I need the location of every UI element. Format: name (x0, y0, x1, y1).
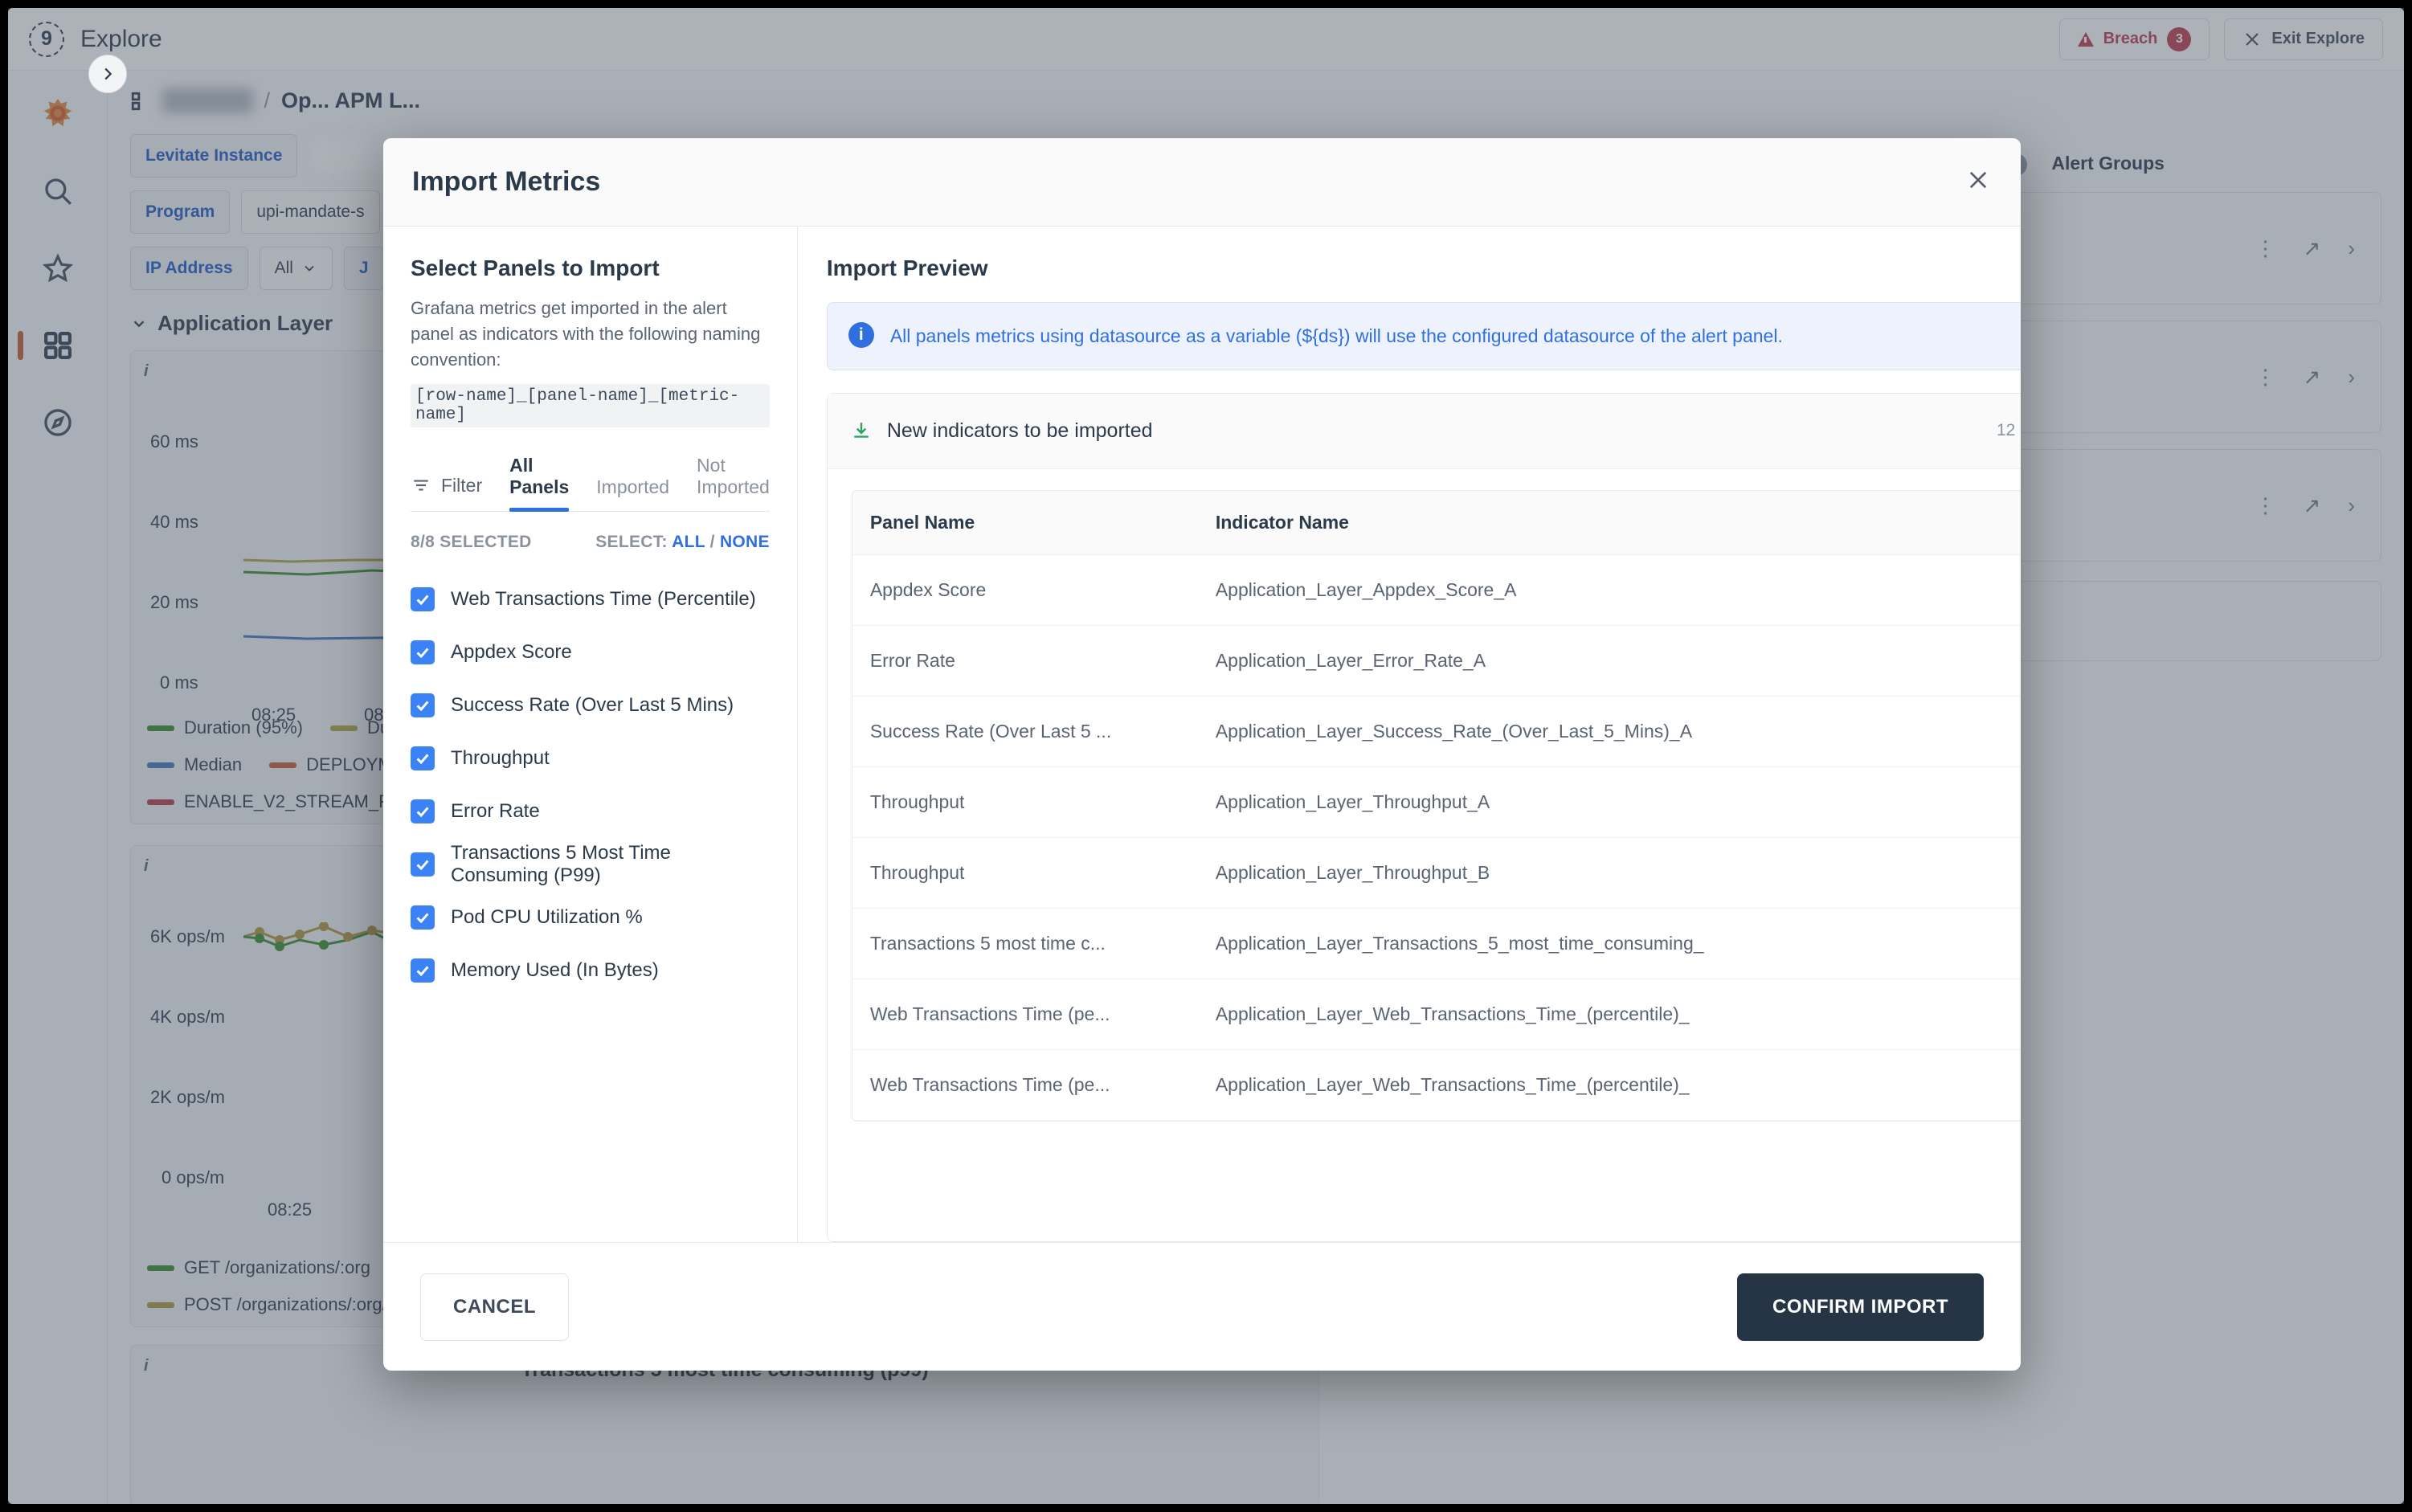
expand-nav-button[interactable] (88, 55, 127, 93)
panel-option-label: Transactions 5 Most Time Consuming (P99) (451, 842, 770, 887)
new-indicators-section: New indicators to be imported 12 Metrics… (827, 393, 2021, 1243)
cancel-button[interactable]: CANCEL (420, 1273, 569, 1341)
select-panels-pane: Select Panels to Import Grafana metrics … (383, 227, 798, 1242)
indicator-table-scroll[interactable]: Panel Name Indicator Name Appdex Score A… (828, 469, 2021, 1242)
metrics-count: 12 Metrics (1997, 421, 2021, 440)
panel-option[interactable]: Error Rate (411, 785, 770, 838)
table-row[interactable]: Web Transactions Time (pe... Application… (852, 979, 2021, 1049)
table-row[interactable]: Throughput Application_Layer_Throughput_… (852, 766, 2021, 837)
confirm-import-button[interactable]: CONFIRM IMPORT (1737, 1273, 1984, 1341)
modal-body: Select Panels to Import Grafana metrics … (383, 227, 2021, 1242)
checkbox[interactable] (411, 852, 435, 877)
selection-summary-row: 8/8 SELECTED SELECT: ALL / NONE (411, 533, 770, 552)
new-indicators-title: New indicators to be imported (887, 419, 1153, 443)
panel-option[interactable]: Web Transactions Time (Percentile) (411, 573, 770, 626)
panel-option-label: Memory Used (In Bytes) (451, 959, 659, 982)
download-icon (850, 419, 873, 442)
cell-indicator-name: Application_Layer_Error_Rate_A (1198, 625, 2021, 696)
new-indicators-header[interactable]: New indicators to be imported 12 Metrics (828, 394, 2021, 469)
panel-option-label: Error Rate (451, 800, 540, 823)
panel-option[interactable]: Memory Used (In Bytes) (411, 944, 770, 997)
table-row[interactable]: Throughput Application_Layer_Throughput_… (852, 837, 2021, 908)
modal-title: Import Metrics (412, 166, 600, 198)
cell-indicator-name: Application_Layer_Throughput_B (1198, 837, 2021, 908)
checkbox[interactable] (411, 587, 435, 611)
panel-option-label: Pod CPU Utilization % (451, 906, 643, 929)
cell-panel-name: Appdex Score (852, 554, 1198, 625)
select-actions: SELECT: ALL / NONE (595, 533, 770, 552)
panel-option[interactable]: Transactions 5 Most Time Consuming (P99) (411, 838, 770, 891)
column-header-indicator-name: Indicator Name (1198, 491, 2021, 555)
checkbox[interactable] (411, 746, 435, 770)
panel-tabs: Filter All Panels Imported Not Imported (411, 455, 770, 512)
checkbox[interactable] (411, 640, 435, 664)
cell-panel-name: Transactions 5 most time c... (852, 908, 1198, 979)
cell-indicator-name: Application_Layer_Throughput_A (1198, 766, 2021, 837)
modal-header: Import Metrics (383, 138, 2021, 227)
select-all-link[interactable]: ALL (672, 533, 705, 551)
checkbox[interactable] (411, 958, 435, 983)
selected-count: 8/8 SELECTED (411, 533, 532, 552)
panel-option[interactable]: Pod CPU Utilization % (411, 891, 770, 944)
cell-panel-name: Throughput (852, 766, 1198, 837)
table-header-row: Panel Name Indicator Name (852, 491, 2021, 555)
cell-panel-name: Success Rate (Over Last 5 ... (852, 696, 1198, 766)
tab-all-panels[interactable]: All Panels (509, 455, 569, 511)
cell-indicator-name: Application_Layer_Appdex_Score_A (1198, 554, 2021, 625)
cell-indicator-name: Application_Layer_Web_Transactions_Time_… (1198, 1049, 2021, 1120)
tab-imported[interactable]: Imported (596, 476, 669, 511)
info-banner-text: All panels metrics using datasource as a… (890, 322, 1783, 350)
new-indicators-title-group: New indicators to be imported (850, 419, 1153, 443)
filter-icon (411, 475, 431, 496)
close-icon[interactable] (1964, 166, 1992, 198)
cell-panel-name: Web Transactions Time (pe... (852, 979, 1198, 1049)
cell-panel-name: Throughput (852, 837, 1198, 908)
filter-label: Filter (441, 475, 482, 497)
table-row[interactable]: Transactions 5 most time c... Applicatio… (852, 908, 2021, 979)
select-prefix: SELECT: (595, 533, 668, 551)
info-banner: i All panels metrics using datasource as… (827, 302, 2021, 370)
panel-checkbox-list: Web Transactions Time (Percentile) Appde… (411, 573, 770, 1013)
filter-button[interactable]: Filter (411, 475, 482, 511)
cell-panel-name: Web Transactions Time (pe... (852, 1049, 1198, 1120)
import-preview-pane: Import Preview i All panels metrics usin… (798, 227, 2021, 1242)
panel-option-label: Throughput (451, 747, 550, 770)
cell-panel-name: Error Rate (852, 625, 1198, 696)
cell-indicator-name: Application_Layer_Web_Transactions_Time_… (1198, 979, 2021, 1049)
table-row[interactable]: Error Rate Application_Layer_Error_Rate_… (852, 625, 2021, 696)
table-row[interactable]: Web Transactions Time (pe... Application… (852, 1049, 2021, 1120)
column-header-panel-name: Panel Name (852, 491, 1198, 555)
select-panels-heading: Select Panels to Import (411, 255, 770, 281)
indicator-table: Panel Name Indicator Name Appdex Score A… (852, 491, 2021, 1121)
panel-option-label: Success Rate (Over Last 5 Mins) (451, 694, 734, 717)
checkbox[interactable] (411, 905, 435, 930)
import-metrics-modal: Import Metrics Select Panels to Import G… (383, 138, 2021, 1371)
checkbox[interactable] (411, 693, 435, 717)
metrics-count-toggle[interactable]: 12 Metrics (1997, 421, 2021, 440)
naming-convention-code: [row-name]_[panel-name]_[metric-name] (411, 384, 770, 427)
table-row[interactable]: Appdex Score Application_Layer_Appdex_Sc… (852, 554, 2021, 625)
panel-option[interactable]: Appdex Score (411, 626, 770, 679)
info-icon: i (848, 322, 874, 348)
import-preview-heading: Import Preview (827, 255, 2021, 281)
select-panels-description: Grafana metrics get imported in the aler… (411, 296, 770, 373)
select-divider: / (710, 533, 715, 551)
panel-option-label: Web Transactions Time (Percentile) (451, 588, 756, 611)
select-none-link[interactable]: NONE (720, 533, 770, 551)
table-row[interactable]: Success Rate (Over Last 5 ... Applicatio… (852, 696, 2021, 766)
cell-indicator-name: Application_Layer_Success_Rate_(Over_Las… (1198, 696, 2021, 766)
tab-not-imported[interactable]: Not Imported (697, 455, 770, 511)
indicator-table-box: Panel Name Indicator Name Appdex Score A… (852, 490, 2021, 1122)
modal-footer: CANCEL CONFIRM IMPORT (383, 1242, 2021, 1371)
panel-option[interactable]: Success Rate (Over Last 5 Mins) (411, 679, 770, 732)
panel-option[interactable]: Throughput (411, 732, 770, 785)
panel-option-label: Appdex Score (451, 641, 572, 664)
cell-indicator-name: Application_Layer_Transactions_5_most_ti… (1198, 908, 2021, 979)
chevron-right-icon (99, 65, 117, 83)
checkbox[interactable] (411, 799, 435, 823)
